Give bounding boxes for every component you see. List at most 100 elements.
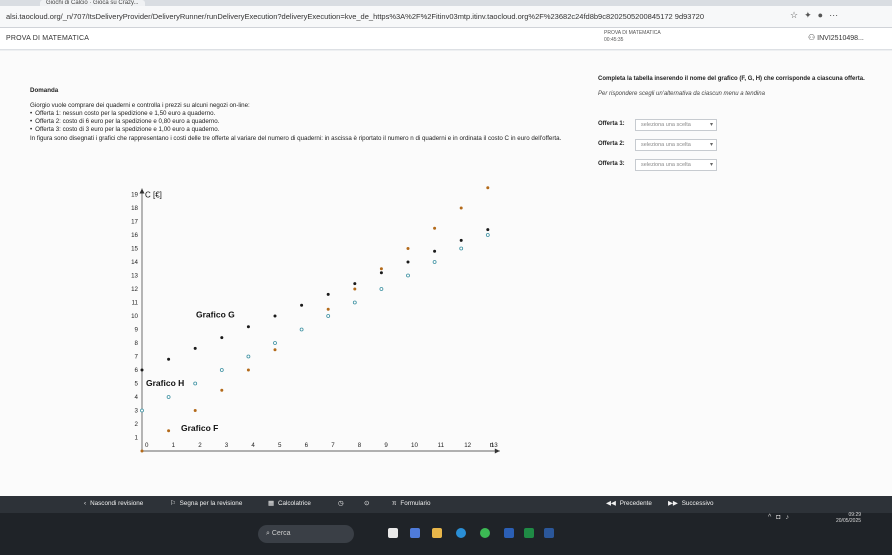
offer-3-placeholder: seleziona una scelta [641,162,691,168]
answer-subinstruction: Per rispondere scegli un'alternativa da … [598,91,765,97]
offer-2-select[interactable]: seleziona una scelta ▾ [635,139,717,151]
offer-2-placeholder: seleziona una scelta [641,142,691,148]
zoom-tool-button[interactable]: ⊙ [364,500,369,507]
network-icon[interactable]: ◘ [776,514,785,521]
y-tick-label: 7 [135,354,139,361]
offer-1-label: Offerta 1: [598,121,625,127]
x-tick-label: 11 [438,442,445,449]
calculator-label: Calcolatrice [277,500,311,507]
offer-1-row: Offerta 1: seleziona una scelta ▾ [598,119,868,131]
series-label: Grafico G [196,309,235,319]
y-tick-label: 18 [131,205,138,212]
x-axis-arrow [494,448,500,454]
point-grafico-h [485,233,490,237]
y-tick-label: 1 [135,435,139,442]
flag-review-label: Segna per la revisione [179,500,243,507]
point-grafico-f [379,271,383,275]
point-grafico-f [326,292,330,296]
pi-icon: π [392,500,397,507]
point-grafico-h [459,246,464,251]
formulary-label: Formulario [400,500,431,507]
y-tick-label: 11 [132,300,139,307]
app-title: PROVA DI MATEMATICA [6,35,90,42]
volume-icon[interactable]: ♪ [786,514,795,521]
next-button[interactable]: ▶▶ Successivo [668,500,714,507]
excel-icon[interactable] [524,528,534,538]
taskview-icon[interactable] [388,528,398,538]
point-grafico-f [246,325,250,329]
extensions-icon[interactable]: ✦ [804,10,818,20]
taskbar-clock[interactable]: 09:29 20/05/2025 [836,512,861,524]
point-grafico-f [193,346,197,350]
y-tick-label: 13 [131,273,138,280]
menu-icon[interactable]: ⋯ [829,10,844,20]
offer-1-select[interactable]: seleziona una scelta ▾ [635,119,717,131]
x-tick-label: 4 [251,442,255,449]
x-tick-label: 2 [198,442,202,449]
cost-chart: 0 1 2 3 4 5 6 7 8 9 10 11 12 13 1 2 3 4 5 6 7 8 9 10 11 12 13 14 15 1… [118,175,518,457]
flag-review-button[interactable]: ⚐ Segna per la revisione [170,500,242,507]
hide-review-button[interactable]: ‹ Nascondi revisione [84,500,143,507]
offer-3-select[interactable]: seleziona una scelta ▾ [635,159,717,171]
point-grafico-g [220,388,224,392]
chevron-down-icon: ▾ [709,162,713,168]
formulary-button[interactable]: π Formulario [392,500,430,507]
star-icon[interactable]: ☆ [790,10,804,20]
point-grafico-g [246,368,250,372]
offer-item: Offerta 2: costo di 6 euro per la spediz… [30,118,600,126]
timer-tool-button[interactable]: ◷ [338,500,344,507]
flag-icon: ⚐ [170,500,176,507]
taskbar-search[interactable]: ⌕ Cerca [258,525,354,543]
chrome-icon[interactable] [480,528,490,538]
store-icon[interactable] [504,528,514,538]
y-tick-label: 8 [135,340,139,347]
point-grafico-h [299,327,304,332]
point-grafico-g [167,429,171,433]
user-menu[interactable]: ⚇ INVI2510498... [808,33,864,42]
y-tick-label: 4 [135,394,139,401]
os-taskbar: ⌕ Cerca ^◘♪ 09:29 20/05/2025 [0,512,892,555]
x-tick-label: 7 [331,442,335,449]
point-grafico-g [193,409,197,412]
answer-panel: Completa la tabella inserendo il nome de… [598,75,868,171]
previous-label: Precedente [619,500,652,507]
point-grafico-g [273,348,277,352]
exam-footer: ‹ Nascondi revisione ⚐ Segna per la revisi… [0,496,892,513]
taskbar-search-label: Cerca [271,530,291,537]
point-grafico-f [273,314,277,318]
clock-date: 20/05/2025 [836,518,862,524]
calculator-icon: ▦ [268,500,274,507]
main-content: Domanda Giorgio vuole comprare dei quade… [0,51,892,496]
edge-icon[interactable] [456,528,466,538]
point-grafico-f [433,249,437,253]
profile-icon[interactable]: ● [818,10,829,20]
point-grafico-g [433,226,437,230]
point-grafico-f [353,282,357,286]
file-explorer-icon[interactable] [432,528,442,538]
y-tick-label: 16 [131,232,138,239]
system-tray: ^◘♪ [768,514,794,521]
x-tick-label: 3 [225,442,229,449]
x-tick-label: 12 [464,442,471,449]
offer-2-row: Offerta 2: seleziona una scelta ▾ [598,139,868,151]
point-grafico-h [326,314,331,318]
point-grafico-g [379,267,383,271]
widgets-icon[interactable] [410,528,420,538]
word-icon[interactable] [544,528,554,538]
x-tick-label: 5 [278,442,282,449]
next-icon: ▶▶ [668,500,678,507]
user-icon: ⚇ [808,33,816,42]
y-tick-label: 2 [135,421,139,428]
calculator-button[interactable]: ▦ Calcolatrice [268,500,311,507]
question-description: In figura sono disegnati i grafici che r… [30,135,562,142]
previous-button[interactable]: ◀◀ Precedente [606,500,652,507]
offers-list: Offerta 1: nessun costo per la spedizion… [30,110,600,134]
point-grafico-g [459,206,463,210]
y-tick-label: 5 [135,381,139,388]
point-grafico-f [459,238,463,242]
y-tick-label: 15 [131,246,138,253]
url-field[interactable]: alsi.taocloud.org/_n/707/ItsDeliveryProv… [6,10,776,24]
x-tick-label: 8 [358,442,362,449]
question-label: Domanda [30,87,59,94]
hide-review-label: Nascondi revisione [90,500,144,507]
